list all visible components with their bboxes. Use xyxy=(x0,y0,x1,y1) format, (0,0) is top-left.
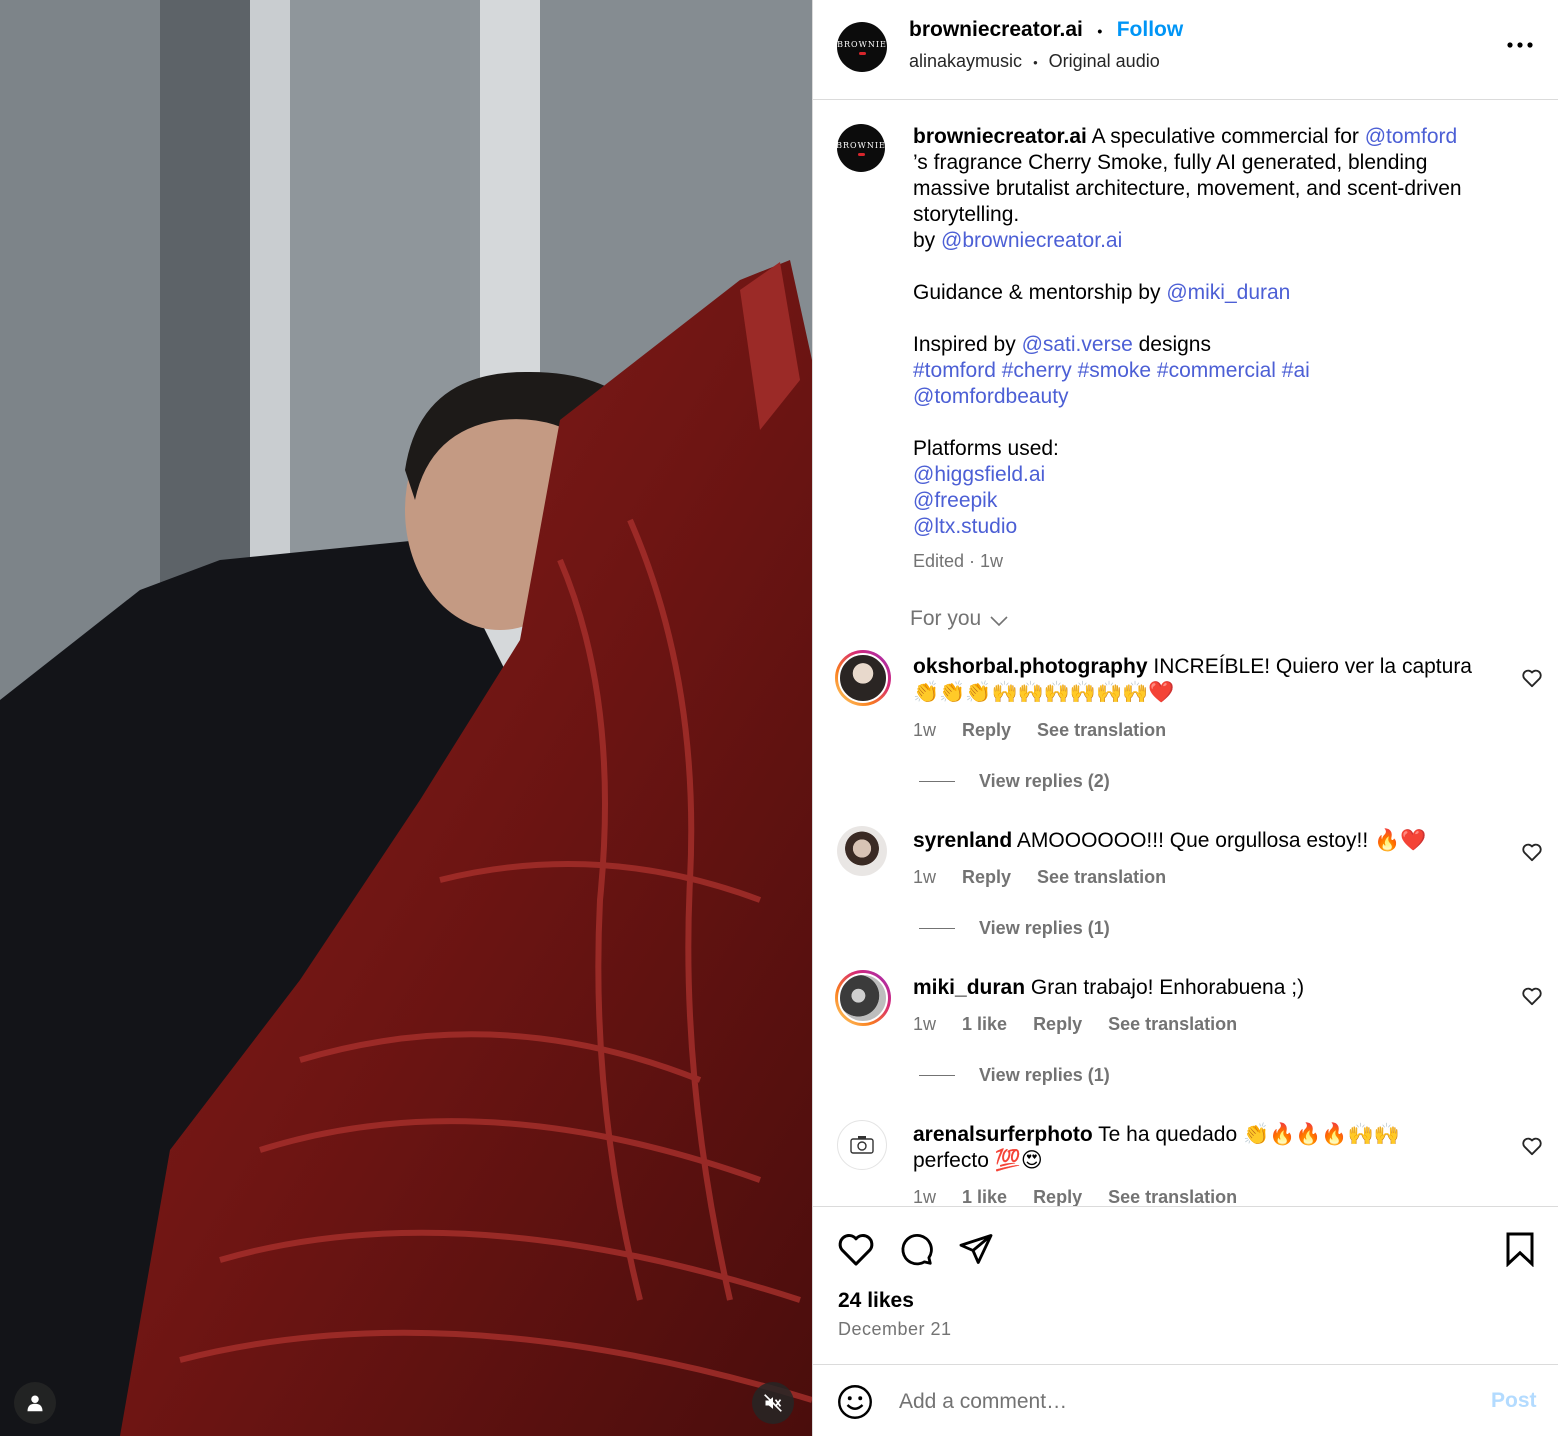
like-comment-heart-icon[interactable] xyxy=(1521,1136,1543,1156)
emoji-smiley-icon[interactable] xyxy=(837,1384,873,1420)
comment-username[interactable]: okshorbal.photography xyxy=(913,655,1148,678)
post-media[interactable] xyxy=(0,0,812,1436)
author-avatar[interactable]: BROWNIE xyxy=(837,22,887,72)
like-heart-icon[interactable] xyxy=(837,1231,875,1267)
caption-username[interactable]: browniecreator.ai xyxy=(913,125,1087,148)
comment-likes-count[interactable]: 1 like xyxy=(962,1014,1007,1034)
see-translation-button[interactable]: See translation xyxy=(1108,1014,1237,1034)
comment-likes-count[interactable]: 1 like xyxy=(962,1187,1007,1207)
caption-text: massive brutalist architecture, movement… xyxy=(913,177,1462,200)
comment-text: 👏👏👏🙌🙌🙌🙌🙌🙌❤️ xyxy=(913,681,1175,704)
comment-time: 1w xyxy=(913,720,937,740)
brand-logo-text: BROWNIE xyxy=(836,140,886,150)
caption-text: Platforms used: xyxy=(913,437,1059,460)
comment-username[interactable]: arenalsurferphoto xyxy=(913,1123,1093,1146)
commenter-avatar[interactable] xyxy=(835,970,891,1026)
like-comment-heart-icon[interactable] xyxy=(1521,986,1543,1006)
mention-link[interactable]: @higgsfield.ai xyxy=(913,462,1533,488)
hashtag-links[interactable]: #tomford #cherry #smoke #commercial #ai xyxy=(913,358,1533,384)
comment-text: Te ha quedado 👏🔥🔥🔥🙌🙌 xyxy=(1098,1123,1400,1146)
likes-count[interactable]: 24 likes xyxy=(838,1289,914,1313)
comment-time: 1w xyxy=(913,867,937,887)
caption-text: Inspired by xyxy=(913,333,1022,356)
replies-divider xyxy=(919,928,955,929)
view-replies-button[interactable]: View replies (1) xyxy=(919,918,1110,939)
caption-edited-time: Edited · 1w xyxy=(913,551,1004,571)
mention-link[interactable]: @browniecreator.ai xyxy=(941,229,1122,252)
view-replies-label: View replies (1) xyxy=(979,1065,1110,1085)
comment-text: perfecto 💯😍 xyxy=(913,1149,1043,1172)
comment-time: 1w xyxy=(913,1014,937,1034)
mention-link[interactable]: @freepik xyxy=(913,488,1533,514)
caption-author-avatar[interactable]: BROWNIE xyxy=(836,124,886,172)
reply-button[interactable]: Reply xyxy=(1033,1187,1082,1207)
chevron-down-icon xyxy=(990,616,1008,627)
more-options-button[interactable] xyxy=(1503,30,1537,60)
comment-bubble-icon[interactable] xyxy=(897,1231,935,1267)
save-bookmark-icon[interactable] xyxy=(1503,1231,1537,1267)
comment-text: INCREÍBLE! Quiero ver la captura xyxy=(1153,655,1472,678)
post-comment-button[interactable]: Post xyxy=(1491,1389,1537,1413)
view-replies-button[interactable]: View replies (1) xyxy=(919,1065,1110,1086)
audio-artist[interactable]: alinakaymusic xyxy=(909,51,1022,71)
see-translation-button[interactable]: See translation xyxy=(1037,867,1166,887)
comment-input[interactable] xyxy=(897,1383,1461,1421)
view-replies-label: View replies (1) xyxy=(979,918,1110,938)
mention-link[interactable]: @sati.verse xyxy=(1022,333,1133,356)
commenter-avatar[interactable] xyxy=(837,1120,887,1170)
post-side-panel: BROWNIE browniecreator.ai • Follow alina… xyxy=(812,0,1558,1436)
comment-text: Gran trabajo! Enhorabuena ;) xyxy=(1030,976,1305,999)
mute-button[interactable] xyxy=(752,1382,794,1424)
caption-text: storytelling. xyxy=(913,203,1020,226)
replies-divider xyxy=(919,1075,955,1076)
add-comment-bar: Post xyxy=(813,1364,1558,1436)
follow-button[interactable]: Follow xyxy=(1117,18,1184,41)
reply-button[interactable]: Reply xyxy=(962,867,1011,887)
caption-text: designs xyxy=(1132,333,1211,356)
comment-username[interactable]: miki_duran xyxy=(913,976,1025,999)
post-actions-bar: 24 likes December 21 xyxy=(813,1206,1558,1364)
like-comment-heart-icon[interactable] xyxy=(1521,668,1543,688)
tagged-users-button[interactable] xyxy=(14,1382,56,1424)
share-paper-plane-icon[interactable] xyxy=(957,1231,995,1267)
caption-text: A speculative commercial for xyxy=(1091,125,1365,148)
caption-text: by xyxy=(913,229,942,252)
audio-label[interactable]: Original audio xyxy=(1049,51,1160,71)
mention-link[interactable]: @miki_duran xyxy=(1166,281,1290,304)
post-caption: browniecreator.ai A speculative commerci… xyxy=(913,124,1533,574)
header-separator: • xyxy=(1097,23,1103,39)
sort-label: For you xyxy=(910,607,982,630)
more-horizontal-icon xyxy=(1507,42,1533,48)
post-date: December 21 xyxy=(838,1319,952,1339)
brand-logo-mark xyxy=(857,152,865,156)
see-translation-button[interactable]: See translation xyxy=(1108,1187,1237,1207)
camera-logo-icon xyxy=(850,1136,874,1154)
commenter-avatar[interactable] xyxy=(835,650,891,706)
author-username[interactable]: browniecreator.ai xyxy=(909,18,1083,41)
caption-text: Guidance & mentorship by xyxy=(913,281,1167,304)
mention-link[interactable]: @tomfordbeauty xyxy=(913,384,1533,410)
reply-button[interactable]: Reply xyxy=(1033,1014,1082,1034)
brand-logo-mark xyxy=(858,51,866,55)
see-translation-button[interactable]: See translation xyxy=(1037,720,1166,740)
like-comment-heart-icon[interactable] xyxy=(1521,842,1543,862)
commenter-avatar[interactable] xyxy=(837,826,887,876)
comment-text: AMOOOOOO!!! Que orgullosa estoy!! 🔥❤️ xyxy=(1016,829,1427,852)
caption-text: ’s fragrance Cherry Smoke, fully AI gene… xyxy=(913,151,1428,174)
speaker-muted-icon xyxy=(764,1394,782,1412)
reply-button[interactable]: Reply xyxy=(962,720,1011,740)
mention-link[interactable]: @ltx.studio xyxy=(913,514,1533,540)
audio-separator: • xyxy=(1033,55,1038,70)
post-video-frame xyxy=(0,0,812,1436)
comment-time: 1w xyxy=(913,1187,937,1207)
view-replies-label: View replies (2) xyxy=(979,771,1110,791)
brand-logo-text: BROWNIE xyxy=(837,39,887,49)
comment-sort-dropdown[interactable]: For you xyxy=(910,607,1009,631)
user-icon xyxy=(27,1395,43,1412)
replies-divider xyxy=(919,781,955,782)
view-replies-button[interactable]: View replies (2) xyxy=(919,771,1110,792)
comment-username[interactable]: syrenland xyxy=(913,829,1012,852)
post-header: BROWNIE browniecreator.ai • Follow alina… xyxy=(813,0,1558,100)
mention-link[interactable]: @tomford xyxy=(1365,125,1458,148)
